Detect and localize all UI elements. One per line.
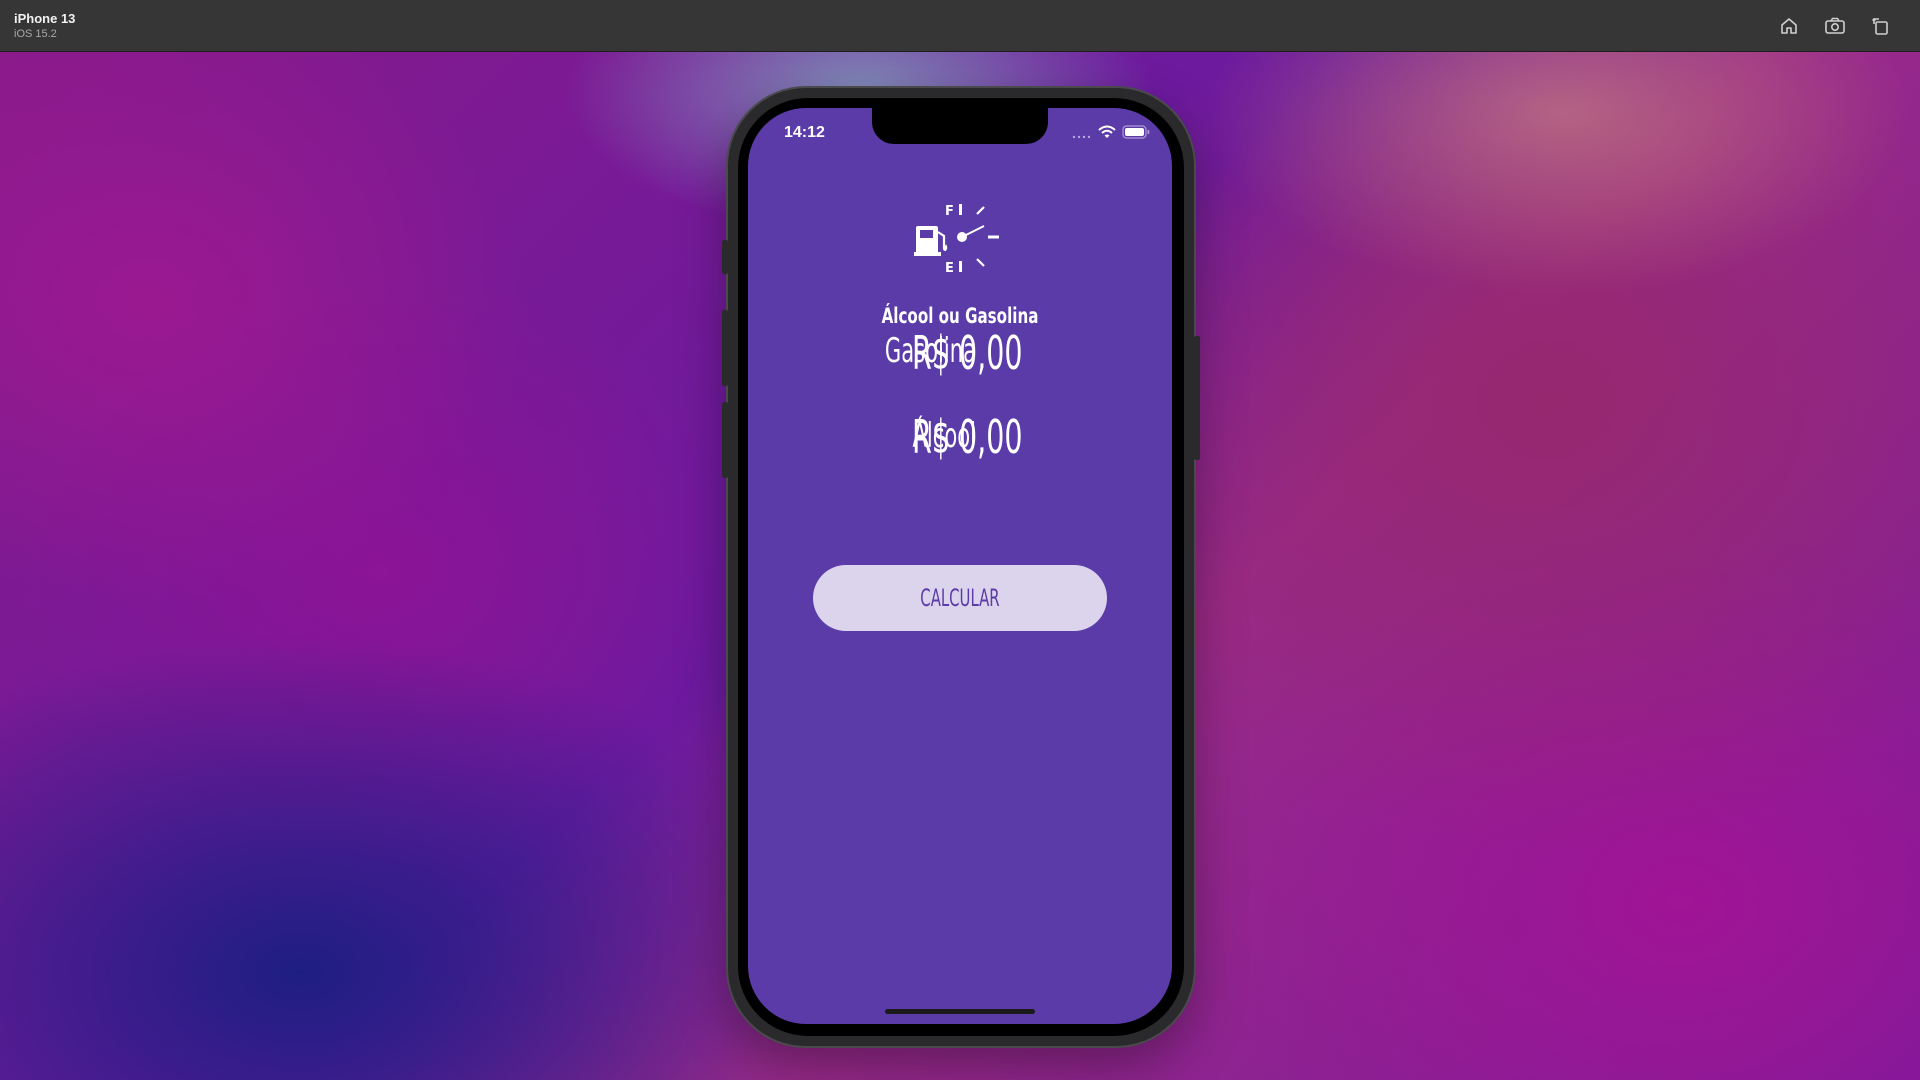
fuel-gauge-icon: F E (914, 200, 1006, 278)
volume-down-button (722, 402, 728, 478)
volume-up-button (722, 310, 728, 386)
mute-switch (722, 240, 728, 274)
cellular-icon (1072, 124, 1092, 143)
alcohol-price-field[interactable]: R$ 0,00 (912, 410, 1023, 464)
gasoline-price-field[interactable]: R$ 0,00 (912, 326, 1023, 380)
home-icon[interactable] (1776, 14, 1802, 38)
simulator-title-bar: iPhone 13 iOS 15.2 (0, 0, 1920, 52)
rotate-icon[interactable] (1868, 14, 1894, 38)
screenshot-icon[interactable] (1822, 14, 1848, 38)
app-screen: 14:12 F E Álcool ou Gasolina Gasolina R$… (748, 108, 1172, 1024)
svg-text:F: F (945, 204, 954, 219)
device-name: iPhone 13 (14, 11, 76, 26)
os-version: iOS 15.2 (14, 28, 57, 40)
calculate-button-label: CALCULAR (920, 584, 1000, 612)
notch (872, 108, 1048, 144)
power-button (1194, 336, 1200, 460)
status-icons (1072, 124, 1150, 143)
status-time: 14:12 (784, 124, 825, 141)
svg-text:E: E (945, 261, 954, 276)
app-title: Álcool ou Gasolina (881, 304, 1039, 328)
simulator-toolbar (1776, 14, 1894, 38)
wifi-icon (1098, 124, 1116, 143)
calculate-button[interactable]: CALCULAR (813, 565, 1107, 631)
battery-icon (1122, 124, 1150, 143)
home-indicator[interactable] (885, 1009, 1035, 1014)
